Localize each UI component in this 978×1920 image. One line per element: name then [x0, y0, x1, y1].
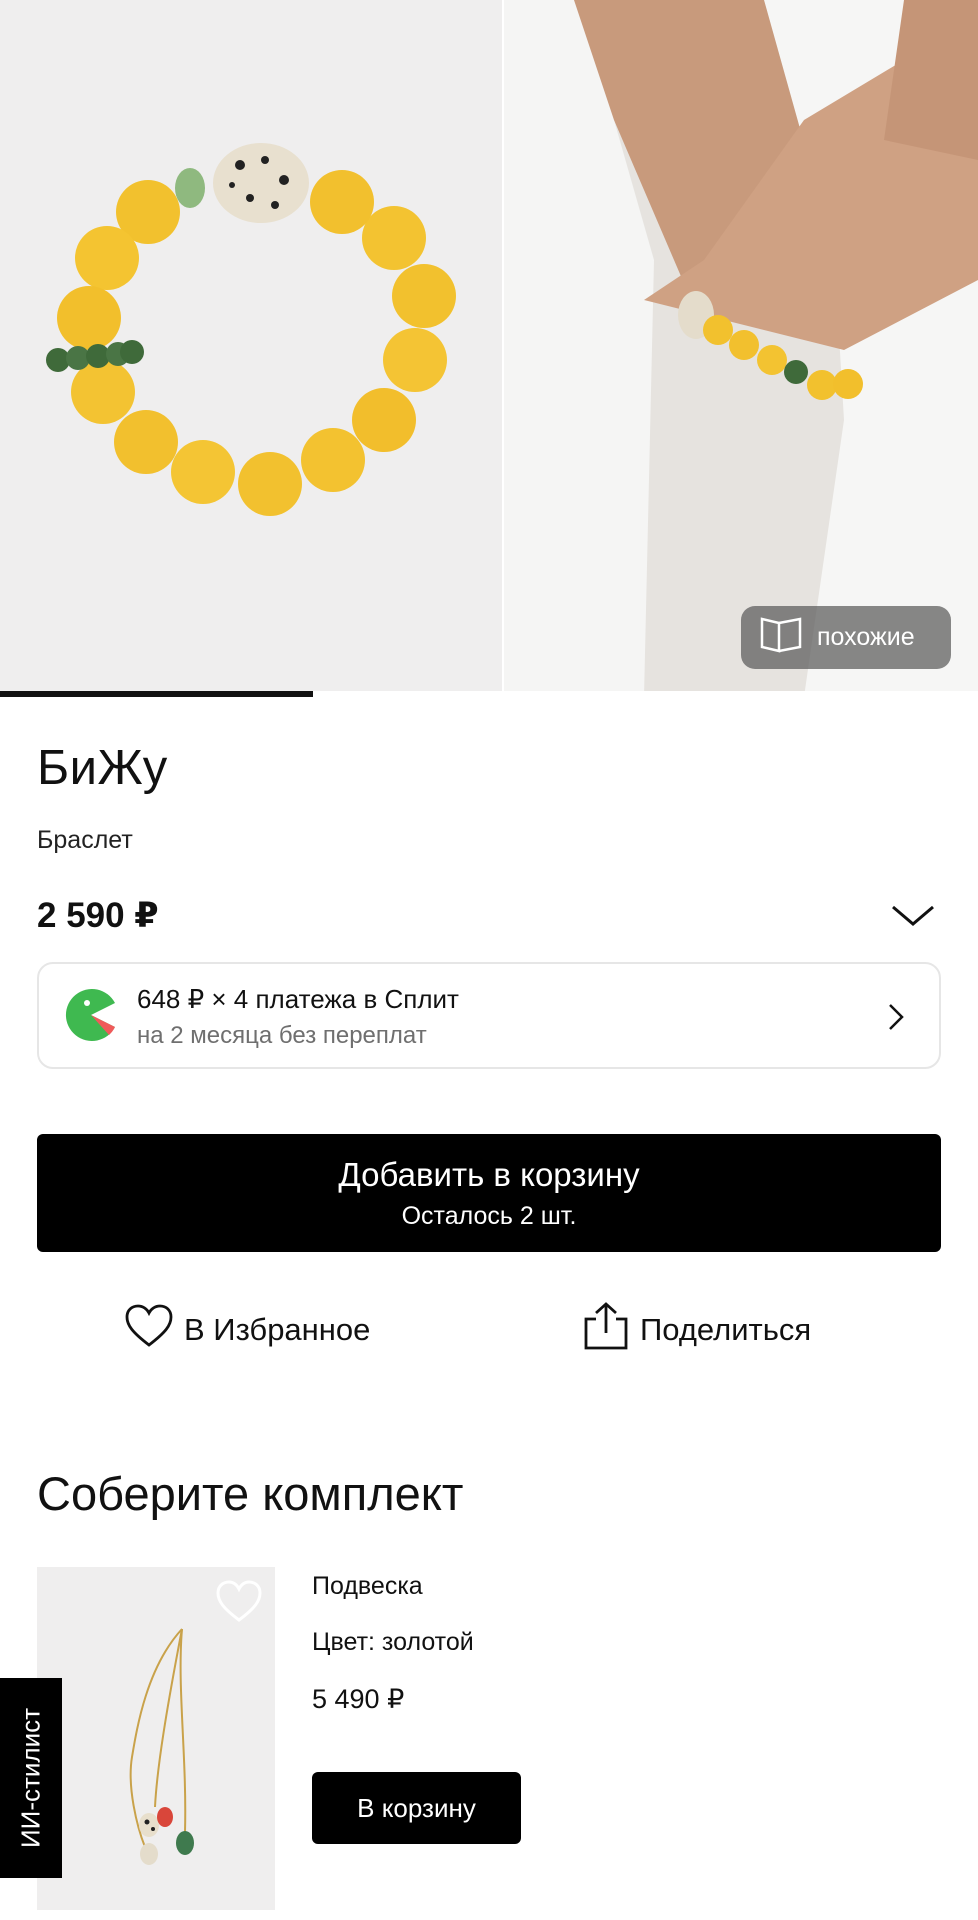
similar-cards-icon	[759, 614, 803, 661]
set-item-color: Цвет: золотой	[312, 1628, 474, 1656]
section-title: Соберите комплект	[37, 1467, 464, 1520]
set-item-name[interactable]: Подвеска	[312, 1572, 423, 1601]
favorites-label: В Избранное	[184, 1312, 371, 1347]
share-label: Поделиться	[640, 1312, 812, 1347]
ai-stylist-tab[interactable]: ИИ-стилист	[0, 1678, 62, 1878]
split-logo-icon	[65, 989, 117, 1041]
product-price: 2 590 ₽	[37, 896, 159, 935]
ai-stylist-label: ИИ-стилист	[15, 1707, 46, 1849]
heart-icon	[124, 1304, 174, 1356]
product-photo-bracelet[interactable]	[0, 0, 502, 697]
set-item-price: 5 490 ₽	[312, 1684, 405, 1714]
set-item-cart-button[interactable]: В корзину	[312, 1772, 521, 1844]
product-gallery[interactable]: похожие	[0, 0, 978, 697]
share-icon	[582, 1301, 630, 1359]
heart-outline-icon[interactable]	[215, 1580, 263, 1624]
add-to-favorites-button[interactable]: В Избранное	[124, 1300, 370, 1360]
product-type: Браслет	[37, 826, 133, 854]
chevron-down-icon[interactable]	[890, 904, 936, 928]
product-photo-model[interactable]	[504, 0, 978, 697]
add-to-cart-label: Добавить в корзину	[338, 1156, 640, 1193]
similar-label: похожие	[817, 623, 915, 651]
split-line-1: 648 ₽ × 4 платежа в Сплит	[137, 984, 459, 1014]
brand-name[interactable]: БиЖу	[37, 740, 168, 796]
chevron-right-icon	[887, 1002, 905, 1032]
similar-button[interactable]: похожие	[741, 606, 951, 669]
split-payment-card[interactable]: 648 ₽ × 4 платежа в Сплит на 2 месяца бе…	[37, 962, 941, 1069]
gallery-progress-indicator	[0, 691, 313, 697]
stock-label: Осталось 2 шт.	[401, 1202, 577, 1230]
share-button[interactable]: Поделиться	[582, 1300, 811, 1360]
add-to-cart-button[interactable]: Добавить в корзину Осталось 2 шт.	[37, 1134, 941, 1252]
split-line-2: на 2 месяца без переплат	[137, 1022, 427, 1049]
